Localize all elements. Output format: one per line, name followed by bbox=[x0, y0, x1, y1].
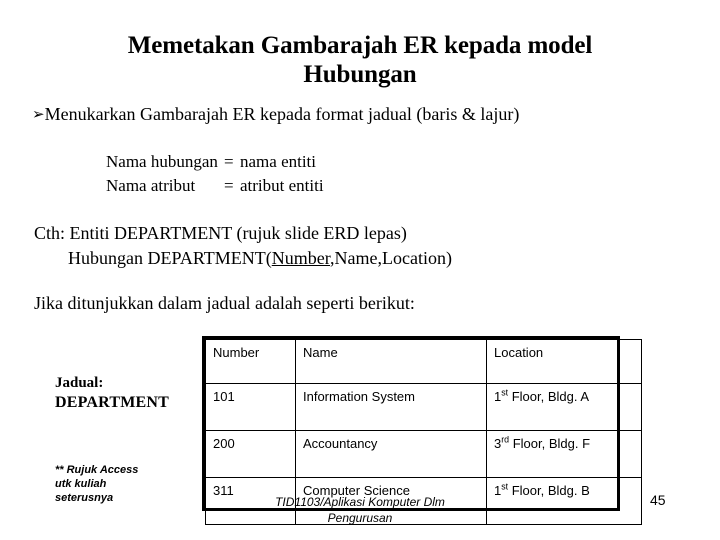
example-block: Cth: Entiti DEPARTMENT (rujuk slide ERD … bbox=[34, 221, 452, 271]
slide-canvas: Memetakan Gambarajah ER kepada model Hub… bbox=[0, 0, 720, 540]
bullet-paragraph: ➢Menukarkan Gambarajah ER kepada format … bbox=[32, 103, 519, 126]
mapping-key: Nama atribut bbox=[106, 176, 196, 195]
mapping-key: Nama hubungan bbox=[106, 152, 218, 171]
mapping-value: nama entiti bbox=[240, 152, 317, 171]
cell-number: 101 bbox=[205, 383, 296, 431]
footer-line-1: TID1103/Aplikasi Komputer Dlm bbox=[275, 495, 445, 509]
table-row: 200 Accountancy 3rd Floor, Bldg. F bbox=[205, 430, 642, 478]
bullet-text: Menukarkan Gambarajah ER kepada format j… bbox=[44, 104, 520, 124]
slide-footer: TID1103/Aplikasi Komputer Dlm Pengurusan bbox=[170, 494, 550, 526]
relation-prefix: Hubungan DEPARTMENT( bbox=[68, 248, 272, 268]
reference-note-line: ** Rujuk Access bbox=[55, 464, 139, 476]
table-header-cell-location: Location bbox=[486, 339, 642, 384]
reference-note-line: utk kuliah bbox=[55, 478, 107, 490]
table-row: 101 Information System 1st Floor, Bldg. … bbox=[205, 383, 642, 431]
table-intro-text: Jika ditunjukkan dalam jadual adalah sep… bbox=[34, 293, 415, 313]
reference-note-line: seterusnya bbox=[55, 492, 114, 504]
table-header-row: Number Name Location bbox=[205, 339, 642, 384]
mapping-equals: = bbox=[224, 152, 234, 171]
table-caption-name: DEPARTMENT bbox=[55, 394, 170, 411]
mapping-value: atribut entiti bbox=[240, 176, 324, 195]
primary-key-attribute: Number bbox=[271, 248, 331, 268]
mapping-row: Nama atribut = atribut entiti bbox=[106, 174, 324, 198]
location-rest: Floor, Bldg. A bbox=[508, 389, 590, 404]
mapping-pairs: Nama hubungan = nama entiti Nama atribut = a… bbox=[106, 150, 324, 198]
cell-name: Information System bbox=[295, 383, 487, 431]
mapping-equals: = bbox=[224, 176, 234, 195]
cell-name: Accountancy bbox=[295, 430, 487, 478]
cell-location: 1st Floor, Bldg. A bbox=[486, 383, 642, 431]
table-header-cell-number: Number bbox=[205, 339, 296, 384]
table-caption: Jadual: DEPARTMENT bbox=[55, 373, 169, 413]
arrow-bullet-icon: ➢ bbox=[32, 105, 45, 123]
ordinal-suffix: rd bbox=[501, 434, 510, 445]
footer-line-2: Pengurusan bbox=[327, 511, 393, 525]
table-caption-prefix: Jadual: bbox=[55, 375, 104, 391]
slide-title: Memetakan Gambarajah ER kepada model Hub… bbox=[40, 31, 680, 89]
cell-location: 3rd Floor, Bldg. F bbox=[486, 430, 642, 478]
cell-number: 200 bbox=[205, 430, 296, 478]
page-number: 45 bbox=[650, 492, 666, 508]
example-line-relation: Hubungan DEPARTMENT(Number,Name,Location… bbox=[34, 246, 452, 271]
slide-title-line-2: Hubungan bbox=[303, 61, 417, 88]
example-line-entity: Cth: Entiti DEPARTMENT (rujuk slide ERD … bbox=[34, 223, 407, 243]
reference-note: ** Rujuk Access utk kuliah seterusnya bbox=[55, 463, 138, 505]
relation-suffix: ,Name,Location) bbox=[330, 248, 452, 268]
table-header-cell-name: Name bbox=[295, 339, 487, 384]
mapping-row: Nama hubungan = nama entiti bbox=[106, 150, 324, 174]
slide-title-line-1: Memetakan Gambarajah ER kepada model bbox=[127, 32, 593, 59]
location-rest: Floor, Bldg. F bbox=[509, 436, 591, 451]
